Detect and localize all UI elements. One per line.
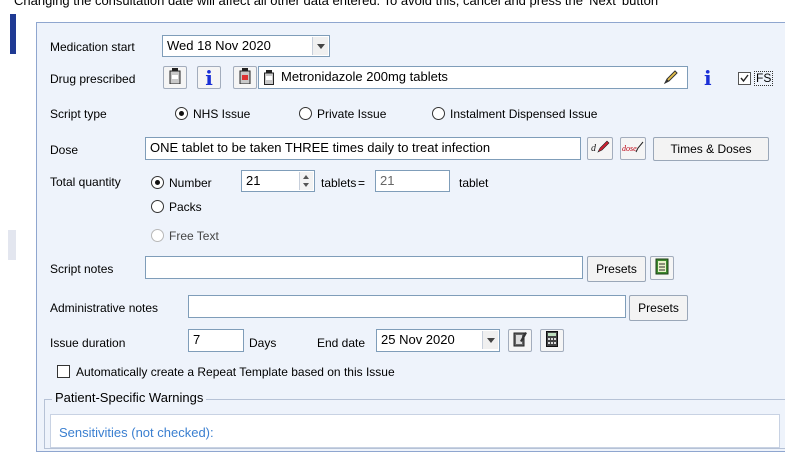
left-accent-bar (10, 14, 16, 54)
drug-info-icon-2[interactable]: i (704, 68, 712, 88)
dose-calculator-button[interactable]: d (587, 137, 613, 160)
nhs-issue-label[interactable]: NHS Issue (193, 106, 250, 122)
script-notes-book-button[interactable] (650, 256, 674, 280)
drug-bottle-button[interactable] (163, 66, 187, 89)
quantity-freetext-label: Free Text (169, 229, 219, 243)
private-issue-radio[interactable] (299, 107, 312, 120)
repeat-template-checkbox[interactable] (57, 365, 70, 378)
private-issue-label[interactable]: Private Issue (317, 106, 386, 122)
repeat-template-label[interactable]: Automatically create a Repeat Template b… (76, 364, 395, 380)
calculator-icon (546, 331, 558, 350)
end-date-calculator-button[interactable] (540, 329, 564, 352)
dose-value: ONE tablet to be taken THREE times daily… (150, 140, 491, 155)
issue-duration-value: 7 (193, 332, 201, 347)
quantity-packs-radio[interactable] (151, 200, 164, 213)
administrative-notes-field[interactable] (188, 295, 626, 318)
dose-field[interactable]: ONE tablet to be taken THREE times daily… (145, 137, 581, 160)
svg-text:d: d (591, 143, 597, 154)
quantity-equals: = (358, 176, 366, 190)
end-date-value: 25 Nov 2020 (381, 332, 455, 347)
bottle-icon (169, 68, 181, 87)
stepper-arrows-icon[interactable] (299, 172, 313, 190)
instalment-issue-radio[interactable] (432, 107, 445, 120)
quantity-number-radio[interactable] (151, 176, 164, 189)
script-notes-label: Script notes (50, 262, 114, 276)
chevron-down-icon[interactable] (482, 331, 498, 349)
notebook-icon (654, 258, 670, 278)
administrative-notes-presets-button[interactable]: Presets (629, 295, 688, 321)
drug-info-button[interactable]: i (197, 66, 221, 89)
drug-name-field[interactable]: Metronidazole 200mg tablets (258, 66, 688, 89)
nhs-issue-radio[interactable] (175, 107, 188, 120)
medication-start-value: Wed 18 Nov 2020 (167, 38, 271, 53)
issue-duration-label: Issue duration (50, 336, 126, 350)
patient-warnings-title: Patient-Specific Warnings (52, 390, 207, 406)
svg-text:dose: dose (622, 144, 637, 153)
sensitivities-heading: Sensitivities (not checked): (59, 425, 214, 440)
quantity-packs-label[interactable]: Packs (169, 199, 202, 215)
end-date-label: End date (317, 336, 366, 350)
quantity-total-unit: tablet (459, 176, 489, 190)
instalment-issue-label[interactable]: Instalment Dispensed Issue (450, 106, 597, 122)
medication-start-dropdown[interactable]: Wed 18 Nov 2020 (162, 35, 330, 57)
quantity-stepper[interactable]: 21 (241, 170, 315, 192)
script-type-label: Script type (50, 107, 107, 121)
dose-shorthand-icon: dose (622, 140, 644, 157)
fs-checkbox[interactable] (738, 72, 751, 85)
quantity-freetext-radio (151, 229, 164, 242)
drug-name-value: Metronidazole 200mg tablets (281, 69, 448, 84)
drug-bottle-red-button[interactable] (233, 66, 257, 89)
bottle-red-icon (239, 68, 251, 87)
left-scroll-marker (8, 230, 16, 260)
edit-pen-icon[interactable] (663, 69, 679, 88)
total-quantity-label: Total quantity (50, 175, 121, 189)
script-notes-presets-button[interactable]: Presets (587, 256, 646, 282)
script-notes-field[interactable] (145, 256, 583, 279)
info-icon: i (704, 66, 712, 90)
dose-pen-icon: d (590, 140, 610, 157)
quantity-total-value: 21 (380, 173, 395, 188)
end-date-dropdown[interactable]: 25 Nov 2020 (376, 329, 500, 352)
end-date-edit-button[interactable] (508, 329, 532, 352)
times-doses-button[interactable]: Times & Doses (653, 137, 769, 161)
quantity-number-value: 21 (246, 173, 261, 188)
dose-label: Dose (50, 143, 79, 157)
drug-prescribed-label: Drug prescribed (50, 72, 136, 86)
drug-bottle-small-icon (264, 70, 274, 88)
quantity-total-field: 21 (375, 170, 450, 192)
quantity-number-label[interactable]: Number (169, 175, 212, 191)
date-warning-banner: Changing the consultation date will affe… (14, 0, 659, 8)
administrative-notes-label: Administrative notes (50, 301, 159, 315)
quantity-unit-label: tablets (321, 176, 357, 190)
issue-duration-unit: Days (249, 336, 277, 350)
fs-label: FS (754, 71, 774, 86)
info-icon: i (205, 65, 213, 90)
issue-duration-field[interactable]: 7 (188, 329, 244, 352)
medication-start-label: Medication start (50, 40, 135, 54)
pencil-notepad-icon (513, 331, 527, 350)
dose-shorthand-button[interactable]: dose (620, 137, 646, 160)
chevron-down-icon[interactable] (312, 37, 328, 55)
left-strip (0, 0, 22, 443)
